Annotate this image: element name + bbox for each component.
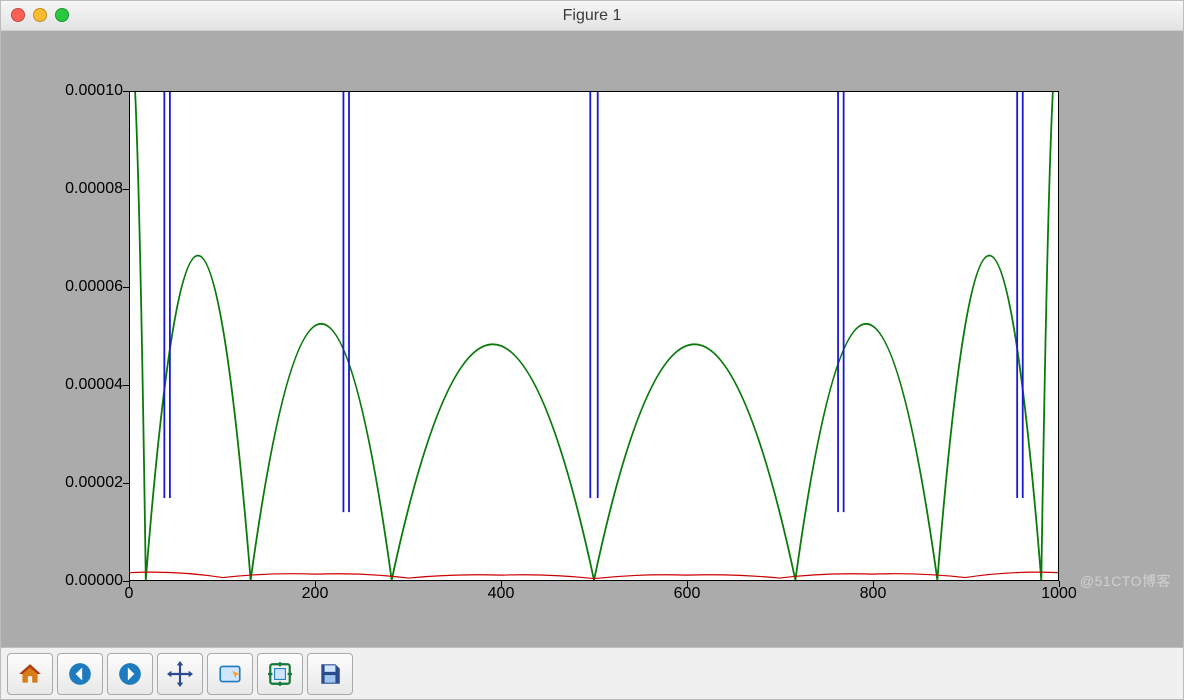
y-tick-label: 0.00004 <box>65 376 123 394</box>
y-tick-label: 0.00008 <box>65 180 123 198</box>
arrow-left-icon <box>67 661 93 687</box>
y-tick-label: 0.00010 <box>65 82 123 100</box>
arrow-right-icon <box>117 661 143 687</box>
nav-toolbar <box>1 647 1183 699</box>
plot-svg <box>130 92 1058 580</box>
figure-window: Figure 1 @51CTO博客 0.00000 0.00002 0.00004 0… <box>0 0 1184 700</box>
configure-button[interactable] <box>257 653 303 695</box>
x-tick-label: 800 <box>860 585 887 603</box>
window-controls <box>11 8 69 22</box>
x-tick-label: 0 <box>125 585 134 603</box>
x-tick-label: 600 <box>674 585 701 603</box>
pan-button[interactable] <box>157 653 203 695</box>
x-tick-label: 400 <box>488 585 515 603</box>
window-title: Figure 1 <box>563 7 622 25</box>
home-button[interactable] <box>7 653 53 695</box>
y-tick-label: 0.00000 <box>65 572 123 590</box>
zoom-icon[interactable] <box>55 8 69 22</box>
x-tick-label: 200 <box>302 585 329 603</box>
titlebar: Figure 1 <box>1 1 1183 31</box>
zoom-button[interactable] <box>207 653 253 695</box>
save-button[interactable] <box>307 653 353 695</box>
y-tick-label: 0.00002 <box>65 474 123 492</box>
zoom-rect-icon <box>217 661 243 687</box>
back-button[interactable] <box>57 653 103 695</box>
figure-canvas: @51CTO博客 0.00000 0.00002 0.00004 0.00006 0.0… <box>1 31 1183 647</box>
home-icon <box>17 661 43 687</box>
y-tick-label: 0.00006 <box>65 278 123 296</box>
forward-button[interactable] <box>107 653 153 695</box>
plot-axes[interactable] <box>129 91 1059 581</box>
close-icon[interactable] <box>11 8 25 22</box>
watermark: @51CTO博客 <box>1080 571 1171 591</box>
floppy-icon <box>317 661 343 687</box>
x-tick-label: 1000 <box>1041 585 1077 603</box>
layout-icon <box>267 661 293 687</box>
move-icon <box>167 661 193 687</box>
minimize-icon[interactable] <box>33 8 47 22</box>
